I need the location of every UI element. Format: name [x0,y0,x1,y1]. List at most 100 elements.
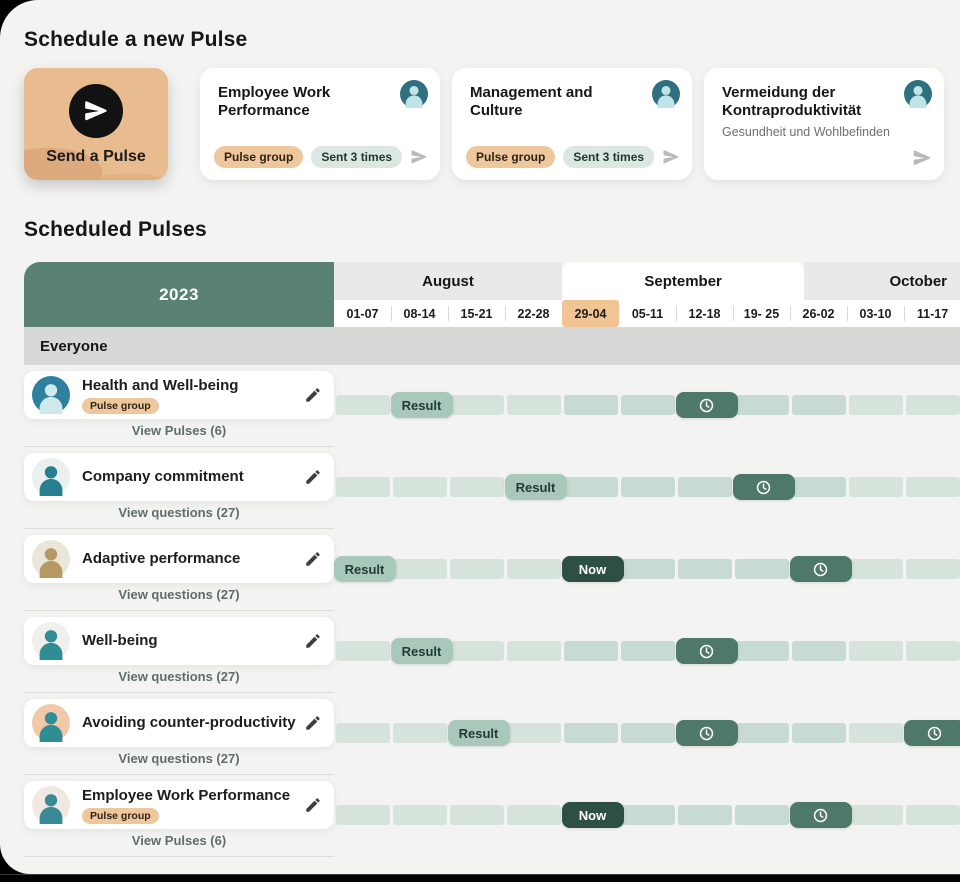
week-cell[interactable]: 22-28 [505,300,562,327]
timeline-segment [621,805,675,825]
month-cell: August [334,262,562,300]
pulse-title: Well-being [82,632,304,650]
edit-pencil-icon[interactable] [304,386,322,404]
send-a-pulse-card[interactable]: Send a Pulse [24,68,168,180]
scheduled-clock-chip[interactable] [676,638,738,664]
timeline-segment [450,805,504,825]
timeline-segment [621,641,675,661]
edit-pencil-icon[interactable] [304,550,322,568]
view-link[interactable]: View questions (27) [24,587,334,602]
timeline-segment [906,641,960,661]
timeline-bar [336,559,960,579]
week-label: 01-07 [347,307,379,321]
scheduled-clock-chip[interactable] [676,392,738,418]
week-label: 29-04 [575,307,607,321]
pulse-card[interactable]: Well-being [24,617,334,665]
week-cell[interactable]: 05-11 [619,300,676,327]
timeline-segment [735,805,789,825]
view-link[interactable]: View questions (27) [24,505,334,520]
pulse-info: Adaptive performance [82,550,304,568]
send-arrow-icon[interactable] [662,147,680,167]
pulse-template-card[interactable]: Management and Culture Pulse groupSent 3… [452,68,692,180]
timeline-segment [621,559,675,579]
page-title: Schedule a new Pulse [24,28,960,52]
timeline-segment [450,477,504,497]
result-chip[interactable]: Result [448,720,510,746]
scheduled-clock-chip[interactable] [790,556,852,582]
timeline-segment [849,477,903,497]
pulse-row: Employee Work Performance Pulse group Vi… [24,775,960,857]
timeline-segment [336,641,390,661]
week-label: 22-28 [518,307,550,321]
pulse-row: Avoiding counter-productivity View quest… [24,693,960,775]
timeline-segment [564,477,618,497]
week-cell[interactable]: 03-10 [847,300,904,327]
week-cell[interactable]: 19- 25 [733,300,790,327]
pulse-info: Company commitment [82,468,304,486]
pulse-rows: Health and Well-being Pulse group View P… [24,365,960,857]
card-title: Management and Culture [470,84,678,121]
timeline-segment [621,395,675,415]
week-cell[interactable]: 11-17 [904,300,960,327]
view-link[interactable]: View Pulses (6) [24,423,334,438]
view-link[interactable]: View questions (27) [24,669,334,684]
timeline-segment [678,559,732,579]
week-label: 15-21 [461,307,493,321]
pulse-group-badge: Pulse group [82,808,159,824]
timeline-segment [393,805,447,825]
week-label: 03-10 [860,307,892,321]
scheduled-clock-chip[interactable] [904,720,960,746]
week-cell[interactable]: 01-07 [334,300,391,327]
pulse-template-card[interactable]: Employee Work Performance Pulse groupSen… [200,68,440,180]
week-cell[interactable]: 15-21 [448,300,505,327]
timeline-segment [507,723,561,743]
week-cell[interactable]: 26-02 [790,300,847,327]
edit-pencil-icon[interactable] [304,468,322,486]
pulse-card[interactable]: Avoiding counter-productivity [24,699,334,747]
month-label: August [422,273,474,290]
scheduled-clock-chip[interactable] [676,720,738,746]
week-label: 08-14 [404,307,436,321]
timeline-segment [393,559,447,579]
edit-pencil-icon[interactable] [304,796,322,814]
result-chip[interactable]: Result [505,474,567,500]
pulse-row: Health and Well-being Pulse group View P… [24,365,960,447]
pulse-title: Avoiding counter-productivity [82,714,304,732]
view-link[interactable]: View Pulses (6) [24,833,334,848]
timeline-segment [792,477,846,497]
week-cell[interactable]: 08-14 [391,300,448,327]
pulse-info: Health and Well-being Pulse group [82,377,304,414]
scheduled-clock-chip[interactable] [733,474,795,500]
now-chip[interactable]: Now [562,802,624,828]
edit-pencil-icon[interactable] [304,632,322,650]
pulse-title: Adaptive performance [82,550,304,568]
app-surface: Schedule a new Pulse Send a Pulse Employ… [0,0,960,874]
result-chip[interactable]: Result [334,556,396,582]
timeline-segment [336,723,390,743]
week-cell[interactable]: 29-04 [562,300,619,327]
month-label: September [644,273,722,290]
timeline-segment [735,559,789,579]
week-label: 19- 25 [744,307,779,321]
send-icon [69,84,123,138]
edit-pencil-icon[interactable] [304,714,322,732]
timeline: Result [336,720,960,746]
timeline-segment [678,805,732,825]
pulse-card[interactable]: Adaptive performance [24,535,334,583]
pulse-card[interactable]: Company commitment [24,453,334,501]
pulse-card[interactable]: Employee Work Performance Pulse group [24,781,334,829]
avatar [32,458,70,496]
week-cell[interactable]: 12-18 [676,300,733,327]
week-label: 11-17 [917,307,948,321]
view-link[interactable]: View questions (27) [24,751,334,766]
avatar [32,786,70,824]
send-arrow-icon[interactable] [912,148,932,168]
pulse-card[interactable]: Health and Well-being Pulse group [24,371,334,419]
send-arrow-icon[interactable] [410,147,428,167]
now-chip[interactable]: Now [562,556,624,582]
pulse-template-card[interactable]: Vermeidung der Kontraproduktivität Gesun… [704,68,944,180]
scheduled-clock-chip[interactable] [790,802,852,828]
result-chip[interactable]: Result [391,638,453,664]
clock-icon [698,725,715,742]
result-chip[interactable]: Result [391,392,453,418]
